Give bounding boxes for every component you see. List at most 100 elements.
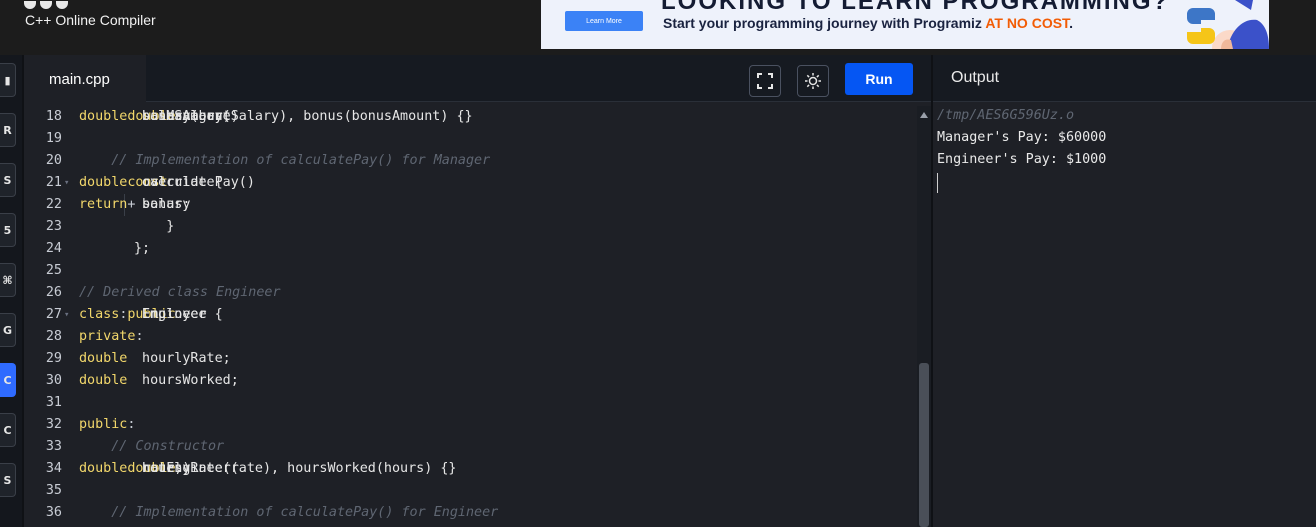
output-binary-path: /tmp/AES6G596Uz.o: [937, 108, 1075, 123]
line-number: 22: [45, 197, 62, 212]
code-line[interactable]: 27 ▾ class Engineer : public Employee {: [24, 304, 917, 326]
line-number: 32: [45, 417, 62, 432]
code-token: class: [79, 307, 120, 322]
sidebar-item-4[interactable]: 5: [0, 213, 16, 247]
code-text: Engineer(double rate, double hours) : ho…: [79, 458, 456, 480]
code-line[interactable]: 19: [24, 128, 917, 150]
run-button[interactable]: Run: [845, 63, 913, 95]
language-icon: G: [2, 323, 13, 337]
sidebar-item-5[interactable]: ⌘: [0, 263, 16, 297]
code-text: // Implementation of calculatePay() for …: [79, 502, 498, 524]
line-number: 35: [45, 483, 62, 498]
language-icon: ▮: [4, 73, 11, 87]
line-number: 23: [45, 219, 62, 234]
top-header: C++ Online Compiler LOOKING TO LEARN PRO…: [0, 0, 1316, 55]
editor-scrollbar[interactable]: [917, 106, 931, 527]
language-icon: C: [3, 423, 12, 437]
language-icon: S: [3, 173, 12, 187]
code-line[interactable]: 22 return salary + bonus;: [24, 194, 917, 216]
sidebar-item-9[interactable]: S: [0, 463, 16, 497]
code-token: };: [134, 241, 151, 256]
code-line[interactable]: 33 // Constructor: [24, 436, 917, 458]
line-number: 25: [45, 263, 62, 278]
code-token: // Constructor: [79, 439, 225, 454]
sidebar-item-cpp[interactable]: C: [0, 363, 16, 397]
language-icon: 5: [3, 223, 12, 237]
code-line[interactable]: 30 double hoursWorked;: [24, 370, 917, 392]
theme-toggle-button[interactable]: [797, 65, 829, 97]
code-text: double calculatePay() const override {: [79, 172, 255, 194]
code-token: :: [135, 329, 144, 344]
code-token: bonus;: [134, 197, 191, 212]
banner-highlight: AT NO COST: [985, 15, 1070, 31]
code-text: return salary + bonus;: [79, 194, 190, 216]
programiz-logo[interactable]: [24, 0, 94, 9]
line-number: 34: [45, 461, 62, 476]
code-token: hourlyRate;: [134, 351, 231, 366]
code-area[interactable]: 18 Manager(double baseSalary, double bon…: [24, 106, 917, 527]
code-line[interactable]: 26 // Derived class Engineer: [24, 282, 917, 304]
line-number: 29: [45, 351, 62, 366]
code-token: hoursWorked;: [134, 373, 239, 388]
learn-more-button[interactable]: Learn More: [565, 11, 643, 31]
fold-toggle-icon[interactable]: ▾: [64, 172, 69, 194]
sidebar-item-8[interactable]: C: [0, 413, 16, 447]
fullscreen-button[interactable]: [749, 65, 781, 97]
output-line: Engineer's Pay: $1000: [937, 152, 1107, 167]
code-token: salary(baseSalary), bonus(bonusAmount) {…: [134, 109, 473, 124]
line-number: 31: [45, 395, 62, 410]
code-line[interactable]: 25: [24, 260, 917, 282]
scrollbar-thumb[interactable]: [919, 363, 929, 527]
sun-icon: [805, 73, 821, 89]
code-text: public:: [79, 414, 135, 436]
code-text: double hoursWorked;: [79, 370, 239, 392]
output-title: Output: [951, 69, 1000, 86]
banner-headline: LOOKING TO LEARN PROGRAMMING?: [661, 0, 1170, 15]
tab-main-cpp[interactable]: main.cpp: [24, 55, 146, 103]
sidebar-item-2[interactable]: R: [0, 113, 16, 147]
sidebar-item-3[interactable]: S: [0, 163, 16, 197]
code-token: hourlyRate(rate), hoursWorked(hours) {}: [134, 461, 457, 476]
line-number: 18: [45, 109, 62, 124]
scroll-up-icon[interactable]: [920, 112, 928, 118]
code-line[interactable]: 20 // Implementation of calculatePay() f…: [24, 150, 917, 172]
code-token: }: [134, 219, 175, 234]
cpp-icon: C: [3, 373, 12, 387]
code-line[interactable]: 34 Engineer(double rate, double hours) :…: [24, 458, 917, 480]
code-line[interactable]: 29 double hourlyRate;: [24, 348, 917, 370]
code-text: // Implementation of calculatePay() for …: [79, 150, 490, 172]
code-line[interactable]: 32 public:: [24, 414, 917, 436]
line-number: 20: [45, 153, 62, 168]
output-pane: Output /tmp/AES6G596Uz.o Manager's Pay: …: [933, 55, 1316, 527]
code-text: Manager(double baseSalary, double bonusA…: [79, 106, 473, 128]
code-line[interactable]: 36 // Implementation of calculatePay() f…: [24, 502, 917, 524]
code-token: :: [127, 417, 136, 432]
line-number: 30: [45, 373, 62, 388]
code-token: return: [79, 197, 128, 212]
code-line[interactable]: 21 ▾ double calculatePay() const override…: [24, 172, 917, 194]
language-icon: S: [3, 473, 12, 487]
fold-toggle-icon[interactable]: ▾: [64, 304, 69, 326]
promo-banner[interactable]: LOOKING TO LEARN PROGRAMMING? Learn More…: [541, 0, 1269, 49]
code-text: // Constructor: [79, 436, 224, 458]
code-token: // Derived class Engineer: [79, 285, 281, 300]
sidebar-item-1[interactable]: ▮: [0, 63, 16, 97]
app-title: C++ Online Compiler: [25, 12, 156, 28]
editor-tabbar: main.cpp Run: [24, 55, 931, 103]
code-line[interactable]: 28 private:: [24, 326, 917, 348]
code-line[interactable]: 23 }: [24, 216, 917, 238]
line-number: 27: [45, 307, 62, 322]
sidebar-item-6[interactable]: G: [0, 313, 16, 347]
code-line[interactable]: 18 Manager(double baseSalary, double bon…: [24, 106, 917, 128]
line-number: 21: [45, 175, 62, 190]
language-icon: ⌘: [2, 273, 13, 287]
code-token: // Implementation of calculatePay() for …: [79, 505, 499, 520]
line-number: 36: [45, 505, 62, 520]
code-token: override {: [134, 175, 223, 190]
code-line[interactable]: 31: [24, 392, 917, 414]
code-token: private: [79, 329, 136, 344]
code-editor-pane: main.cpp Run 18 Manager(double baseSalar…: [24, 55, 931, 527]
output-console[interactable]: /tmp/AES6G596Uz.o Manager's Pay: $60000 …: [937, 105, 1106, 193]
code-line[interactable]: 35: [24, 480, 917, 502]
code-line[interactable]: 24};: [24, 238, 917, 260]
